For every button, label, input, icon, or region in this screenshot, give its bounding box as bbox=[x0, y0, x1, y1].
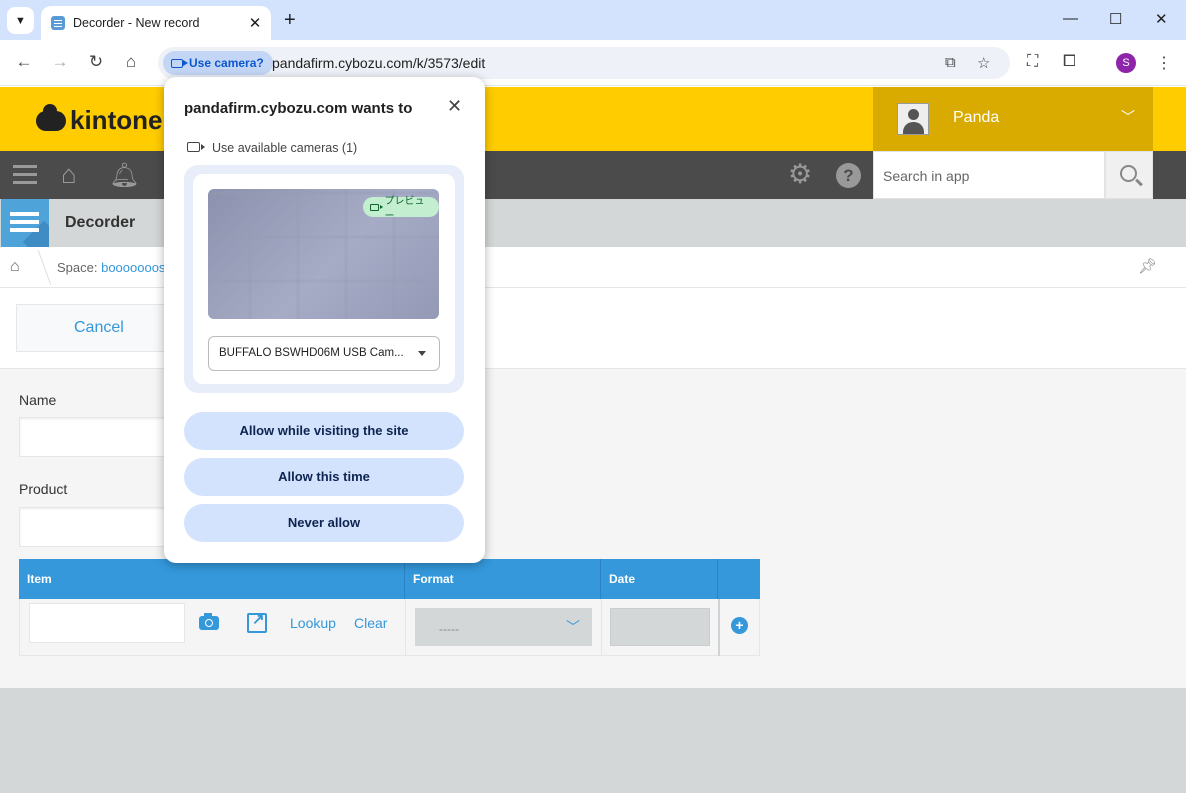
menu-hamburger-icon[interactable] bbox=[13, 165, 37, 168]
header-item: Item bbox=[27, 572, 52, 586]
more-menu-icon[interactable]: ⋮ bbox=[1156, 53, 1172, 73]
header-date: Date bbox=[609, 572, 636, 586]
app-name[interactable]: Decorder bbox=[65, 214, 135, 232]
notification-bell-icon[interactable]: 🔔︎ bbox=[109, 161, 139, 190]
app-favicon-icon bbox=[51, 16, 65, 30]
screenshot-icon[interactable]: ⛶ bbox=[1027, 53, 1038, 71]
window-close-button[interactable]: ✕ bbox=[1155, 10, 1168, 28]
browser-tab[interactable]: Decorder - New record ✕ bbox=[41, 6, 271, 40]
camera-icon bbox=[187, 142, 205, 152]
chevron-down-icon: ﹀ bbox=[1121, 109, 1135, 125]
name-input[interactable] bbox=[19, 417, 179, 457]
breadcrumb-space: Space: booooooos bbox=[57, 260, 165, 275]
allow-this-time-button[interactable]: Allow this time bbox=[184, 458, 464, 496]
cloud-logo-icon bbox=[36, 103, 66, 131]
format-select[interactable]: ----- ﹀ bbox=[415, 608, 592, 646]
lookup-link[interactable]: Lookup bbox=[290, 615, 336, 631]
product-label: Product bbox=[19, 481, 68, 497]
bookmark-star-icon[interactable]: ☆ bbox=[977, 54, 990, 72]
browser-titlebar: ▼ Decorder - New record ✕ + — ☐ ✕ bbox=[0, 0, 1186, 40]
tab-search-button[interactable]: ▼ bbox=[7, 7, 34, 34]
chevron-down-icon: ▼ bbox=[15, 14, 26, 27]
add-row-button[interactable]: + bbox=[731, 617, 748, 634]
camera-preview: プレビュー bbox=[208, 189, 439, 319]
camera-icon[interactable] bbox=[199, 613, 219, 630]
camera-icon bbox=[171, 58, 188, 68]
chevron-down-icon: ﹀ bbox=[566, 619, 580, 635]
page-footer-area bbox=[0, 688, 1186, 793]
pin-icon[interactable]: 📌︎ bbox=[1138, 257, 1157, 275]
help-icon[interactable]: ? bbox=[836, 163, 861, 188]
kintone-logo[interactable]: kintone bbox=[36, 103, 163, 136]
camera-icon bbox=[370, 203, 382, 211]
search-button[interactable] bbox=[1105, 151, 1153, 199]
cancel-button[interactable]: Cancel bbox=[16, 304, 180, 352]
user-avatar-icon bbox=[897, 103, 929, 135]
device-name: BUFFALO BSWHD06M USB Cam... bbox=[219, 347, 404, 359]
close-icon[interactable]: ✕ bbox=[447, 96, 462, 117]
breadcrumb-separator bbox=[23, 250, 52, 285]
user-name: Panda bbox=[953, 109, 1000, 126]
settings-gear-icon[interactable]: ⚙ bbox=[788, 159, 812, 190]
external-link-icon[interactable] bbox=[247, 610, 267, 633]
camera-permission-label: Use available cameras (1) bbox=[212, 141, 358, 155]
extensions-puzzle-icon[interactable]: ⧠ bbox=[1063, 53, 1076, 71]
camera-permission-chip[interactable]: Use camera? bbox=[163, 51, 273, 75]
tab-close-icon[interactable]: ✕ bbox=[245, 14, 265, 32]
preview-badge: プレビュー bbox=[363, 196, 439, 222]
home-icon[interactable]: ⌂ bbox=[10, 258, 20, 276]
item-input[interactable] bbox=[29, 603, 185, 643]
product-input[interactable] bbox=[19, 507, 179, 547]
name-label: Name bbox=[19, 392, 57, 408]
header-format: Format bbox=[413, 572, 454, 586]
back-arrow-icon[interactable]: ← bbox=[13, 52, 35, 72]
allow-while-visiting-button[interactable]: Allow while visiting the site bbox=[184, 412, 464, 450]
address-bar[interactable]: Use camera? pandafirm.cybozu.com/k/3573/… bbox=[158, 47, 1010, 79]
preview-badge-label: プレビュー bbox=[384, 196, 425, 222]
clear-link[interactable]: Clear bbox=[354, 615, 387, 631]
maximize-button[interactable]: ☐ bbox=[1109, 10, 1122, 28]
table-row: Lookup Clear ----- ﹀ + bbox=[19, 599, 760, 656]
space-label: Space: bbox=[57, 260, 102, 275]
dialog-title: pandafirm.cybozu.com wants to bbox=[184, 100, 413, 117]
user-menu[interactable]: Panda ﹀ bbox=[873, 87, 1153, 151]
minimize-button[interactable]: — bbox=[1063, 10, 1078, 27]
space-link[interactable]: booooooos bbox=[101, 260, 165, 275]
home-icon[interactable]: ⌂ bbox=[120, 52, 142, 72]
logo-text: kintone bbox=[70, 105, 163, 135]
subtable-header: Item Format Date bbox=[19, 559, 760, 599]
translate-icon[interactable]: ⧉ bbox=[945, 54, 956, 71]
search-icon bbox=[1120, 165, 1137, 182]
camera-permission-dialog: pandafirm.cybozu.com wants to ✕ Use avai… bbox=[164, 77, 485, 563]
new-tab-button[interactable]: + bbox=[284, 9, 296, 32]
app-search-input[interactable]: Search in app bbox=[873, 151, 1105, 199]
date-input[interactable] bbox=[610, 608, 710, 646]
url-text[interactable]: pandafirm.cybozu.com/k/3573/edit bbox=[272, 55, 485, 71]
profile-avatar[interactable]: S bbox=[1116, 53, 1136, 73]
format-value: ----- bbox=[439, 622, 459, 636]
portal-home-icon[interactable]: ⌂ bbox=[61, 159, 77, 190]
reload-icon[interactable]: ↻ bbox=[85, 52, 107, 72]
dropdown-arrow-icon bbox=[418, 351, 426, 356]
tab-title: Decorder - New record bbox=[73, 16, 200, 30]
camera-chip-label: Use camera? bbox=[189, 56, 264, 70]
forward-arrow-icon[interactable]: → bbox=[49, 52, 71, 72]
app-list-icon bbox=[1, 199, 49, 247]
camera-preview-panel: プレビュー BUFFALO BSWHD06M USB Cam... bbox=[184, 165, 464, 393]
camera-device-select[interactable]: BUFFALO BSWHD06M USB Cam... bbox=[208, 336, 440, 371]
never-allow-button[interactable]: Never allow bbox=[184, 504, 464, 542]
